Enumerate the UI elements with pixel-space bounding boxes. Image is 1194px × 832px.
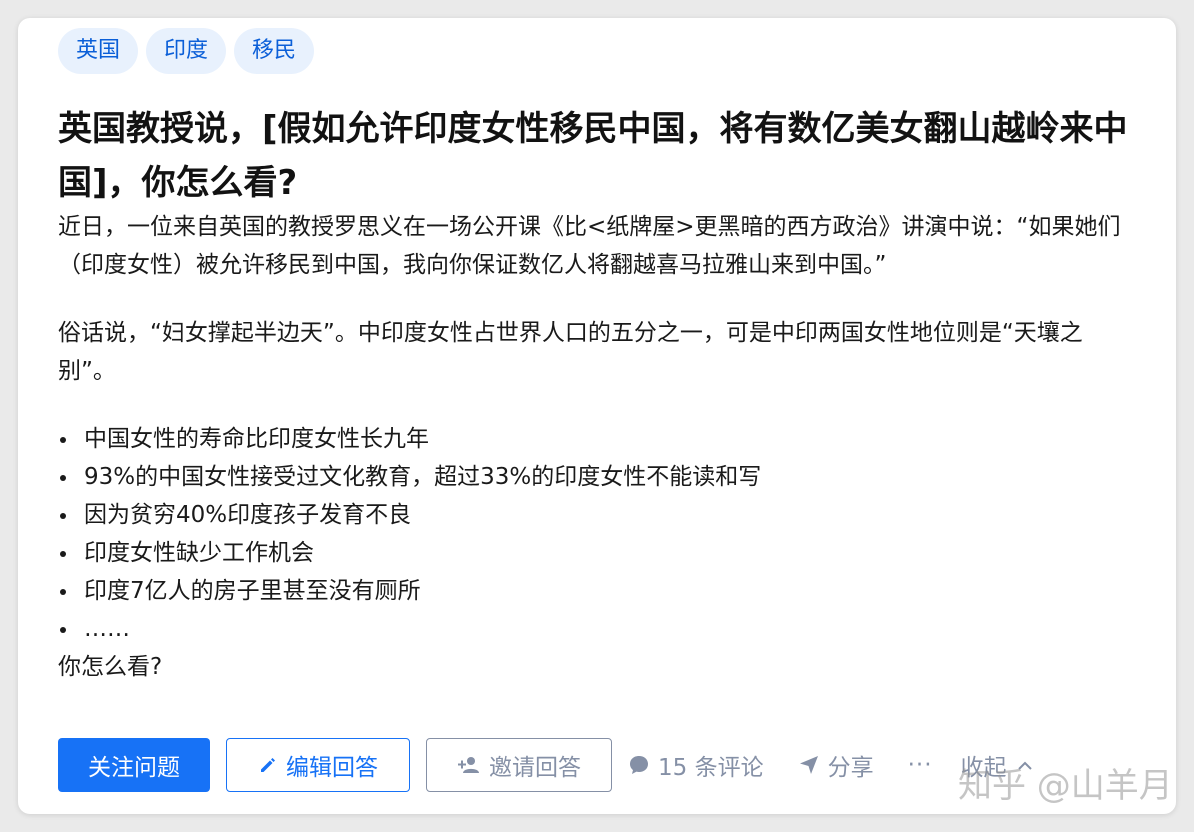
watermark: 知乎 @山羊月: [958, 766, 1173, 806]
pencil-icon: [258, 755, 278, 775]
list-item: 93%的中国女性接受过文化教育，超过33%的印度女性不能读和写: [58, 458, 1138, 496]
bullet-list: 中国女性的寿命比印度女性长九年 93%的中国女性接受过文化教育，超过33%的印度…: [58, 420, 1138, 648]
topic-tag[interactable]: 英国: [58, 28, 139, 74]
topic-tag[interactable]: 印度: [146, 28, 227, 74]
detail-paragraph: 俗话说，“妇女撑起半边天”。中印度女性占世界人口的五分之一，可是中印两国女性地位…: [58, 320, 1083, 384]
comments-label: 15 条评论: [658, 755, 764, 781]
question-detail: 近日，一位来自英国的教授罗思义在一场公开课《比<纸牌屋>更黑暗的西方政治》讲演中…: [58, 208, 1138, 686]
detail-paragraph: 近日，一位来自英国的教授罗思义在一场公开课《比<纸牌屋>更黑暗的西方政治》讲演中…: [58, 214, 1121, 278]
closing-question: 你怎么看?: [58, 654, 163, 680]
more-label: ···: [907, 752, 933, 778]
follow-question-button[interactable]: 关注问题: [58, 738, 210, 792]
more-button[interactable]: ···: [908, 752, 933, 778]
share-icon: [798, 754, 820, 776]
question-title[interactable]: 英国教授说，[假如允许印度女性移民中国，将有数亿美女翻山越岭来中国]，你怎么看?: [58, 102, 1128, 210]
list-item: 中国女性的寿命比印度女性长九年: [58, 420, 1138, 458]
invite-label: 邀请回答: [489, 755, 581, 781]
share-button[interactable]: 分享: [798, 748, 874, 782]
list-item: 印度7亿人的房子里甚至没有厕所: [58, 572, 1138, 610]
invite-answer-button[interactable]: 邀请回答: [426, 738, 612, 792]
add-user-icon: [457, 755, 481, 775]
comment-icon: [628, 754, 650, 776]
list-item: ……: [58, 610, 1138, 648]
list-item: 印度女性缺少工作机会: [58, 534, 1138, 572]
comments-button[interactable]: 15 条评论: [628, 748, 764, 782]
edit-label: 编辑回答: [286, 755, 378, 781]
topic-tags: 英国 印度 移民: [58, 28, 315, 74]
follow-label: 关注问题: [88, 755, 180, 781]
topic-tag[interactable]: 移民: [234, 28, 315, 74]
share-label: 分享: [827, 755, 874, 781]
question-card: 英国 印度 移民 英国教授说，[假如允许印度女性移民中国，将有数亿美女翻山越岭来…: [18, 18, 1176, 814]
edit-answer-button[interactable]: 编辑回答: [226, 738, 410, 792]
list-item: 因为贫穷40%印度孩子发育不良: [58, 496, 1138, 534]
